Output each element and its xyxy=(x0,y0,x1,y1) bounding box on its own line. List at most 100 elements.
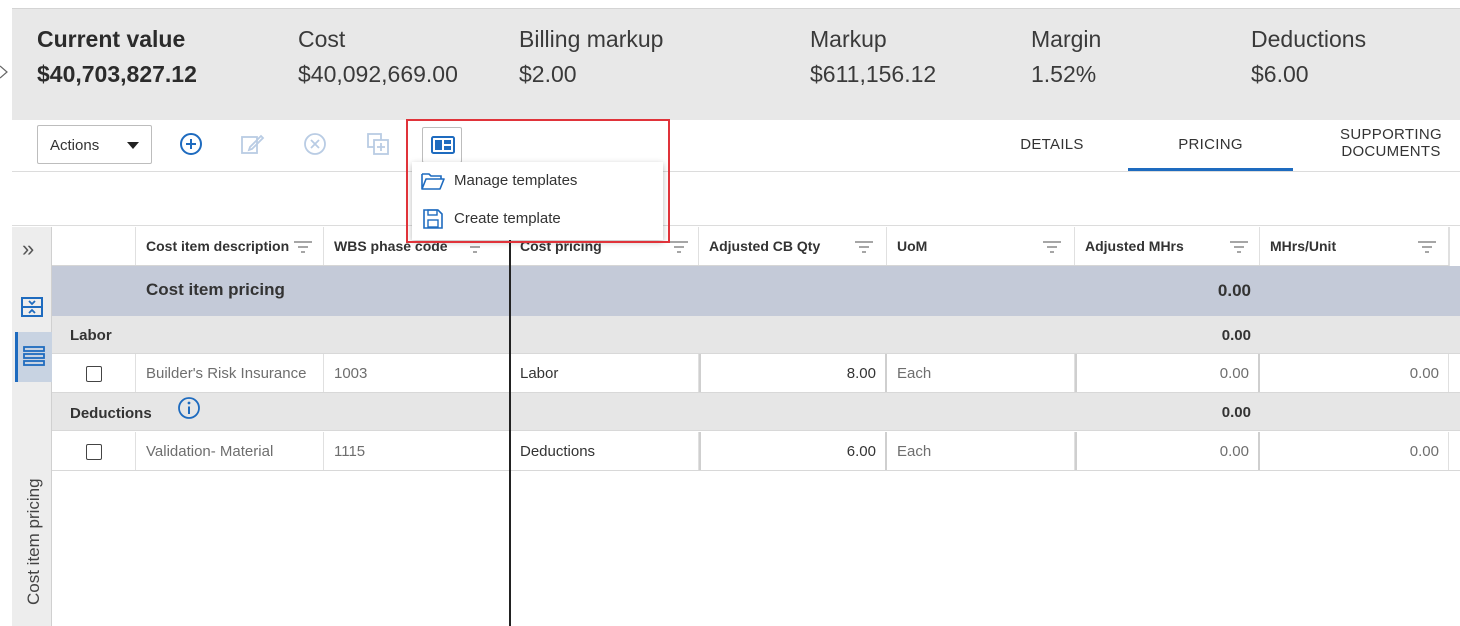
main-group-band: Cost item pricing 0.00 xyxy=(52,266,1460,316)
group-total: 0.00 xyxy=(1221,404,1251,421)
row-checkbox[interactable] xyxy=(86,444,102,460)
cell-wbs[interactable]: 1003 xyxy=(324,354,510,392)
template-icon xyxy=(431,136,455,154)
select-cell xyxy=(52,354,136,392)
table-row[interactable]: Validation- Material 1115 Deductions 6.0… xyxy=(52,432,1460,471)
column-header-adj-mhrs[interactable]: Adjusted MHrs xyxy=(1075,227,1260,265)
cell-text: Builder's Risk Insurance xyxy=(146,365,307,382)
metric-label: Cost xyxy=(298,26,346,52)
metric-margin: Margin 1.52% xyxy=(1031,25,1101,88)
cell-text: 0.00 xyxy=(1409,443,1439,460)
menu-item-create-template[interactable]: Create template xyxy=(412,200,663,238)
metric-value: $2.00 xyxy=(519,61,577,87)
metric-current-value: Current value $40,703,827.12 xyxy=(37,25,197,88)
cell-text: Validation- Material xyxy=(146,443,274,460)
filter-icon[interactable] xyxy=(466,241,484,253)
toolbar: Actions DETAILS PRICING SUPPORTING DOCUM… xyxy=(12,120,1460,172)
column-header-adj-cb-qty[interactable]: Adjusted CB Qty xyxy=(699,227,887,265)
cell-adj-cb-qty[interactable]: 8.00 xyxy=(699,354,887,392)
menu-item-manage-templates[interactable]: Manage templates xyxy=(412,162,663,200)
filter-icon[interactable] xyxy=(855,241,873,253)
select-column-header xyxy=(52,227,136,265)
select-cell xyxy=(52,432,136,470)
tab-details[interactable]: DETAILS xyxy=(1002,120,1102,171)
grid-overflow-column xyxy=(1449,227,1460,266)
cancel-icon[interactable] xyxy=(302,131,328,157)
metric-value: $611,156.12 xyxy=(810,61,937,87)
column-header-label: WBS phase code xyxy=(334,238,448,254)
group-row-deductions[interactable]: Deductions 0.00 xyxy=(52,393,1460,431)
column-header-label: Cost item description xyxy=(146,238,290,254)
main-band-total: 0.00 xyxy=(1217,281,1251,300)
metric-cost: Cost $40,092,669.00 xyxy=(298,25,458,88)
folder-open-icon xyxy=(421,171,445,191)
filter-icon[interactable] xyxy=(1418,241,1436,253)
cell-description[interactable]: Builder's Risk Insurance xyxy=(136,354,324,392)
metric-value: $40,703,827.12 xyxy=(37,61,197,87)
cell-description[interactable]: Validation- Material xyxy=(136,432,324,470)
metric-value: 1.52% xyxy=(1031,61,1097,87)
cell-mhrs-unit[interactable]: 0.00 xyxy=(1260,432,1449,470)
tab-supporting-documents[interactable]: SUPPORTING DOCUMENTS xyxy=(1332,120,1450,171)
cell-mhrs-unit[interactable]: 0.00 xyxy=(1260,354,1449,392)
column-header-uom[interactable]: UoM xyxy=(887,227,1075,265)
info-icon[interactable] xyxy=(177,396,201,425)
column-header-label: MHrs/Unit xyxy=(1270,238,1337,254)
cell-text: Labor xyxy=(520,365,559,382)
expand-chevron-icon[interactable]: » xyxy=(22,238,34,260)
cell-text: 8.00 xyxy=(846,365,876,382)
cell-uom[interactable]: Each xyxy=(887,432,1075,470)
column-header-label: Cost pricing xyxy=(520,238,602,254)
metric-label: Current value xyxy=(37,26,186,52)
filter-icon[interactable] xyxy=(294,241,312,253)
save-icon xyxy=(421,209,445,229)
cell-cost-pricing[interactable]: Deductions xyxy=(510,432,699,470)
template-button[interactable] xyxy=(422,127,462,163)
list-icon xyxy=(23,346,45,366)
sub-bar xyxy=(12,172,1460,226)
filter-icon[interactable] xyxy=(1043,241,1061,253)
grid-header: Cost item description WBS phase code Cos… xyxy=(52,227,1460,266)
cell-text: 0.00 xyxy=(1409,365,1439,382)
cell-text: 6.00 xyxy=(846,443,876,460)
group-total: 0.00 xyxy=(1221,327,1251,344)
cell-text: Deductions xyxy=(520,443,596,460)
frozen-column-divider[interactable] xyxy=(509,227,511,626)
cell-adj-mhrs[interactable]: 0.00 xyxy=(1075,432,1260,470)
cell-uom[interactable]: Each xyxy=(887,354,1075,392)
edit-icon[interactable] xyxy=(239,131,265,157)
column-header-mhrs-unit[interactable]: MHrs/Unit xyxy=(1260,227,1449,265)
template-menu: Manage templates Create template xyxy=(412,162,663,240)
tab-pricing[interactable]: PRICING xyxy=(1128,120,1293,171)
metric-label: Margin xyxy=(1031,26,1102,52)
cell-adj-cb-qty[interactable]: 6.00 xyxy=(699,432,887,470)
side-panel: » Cost item pricing xyxy=(12,227,52,626)
caret-down-icon xyxy=(127,142,139,149)
metric-markup: Markup $611,156.12 xyxy=(810,25,936,88)
copy-add-icon[interactable] xyxy=(365,131,391,157)
filter-icon[interactable] xyxy=(1230,241,1248,253)
cell-text: Each xyxy=(897,365,932,382)
metric-billing-markup: Billing markup $2.00 xyxy=(519,25,663,88)
menu-item-label: Manage templates xyxy=(454,172,578,189)
tab-label-line1: SUPPORTING xyxy=(1340,126,1442,143)
collapse-rows-icon[interactable] xyxy=(20,295,44,319)
pricing-grid: Cost item description WBS phase code Cos… xyxy=(52,227,1460,472)
list-view-toggle[interactable] xyxy=(15,332,52,382)
column-header-label: Adjusted CB Qty xyxy=(709,238,821,254)
metric-label: Billing markup xyxy=(519,26,664,52)
cell-text: Each xyxy=(897,443,932,460)
filter-icon[interactable] xyxy=(670,241,688,253)
column-header-description[interactable]: Cost item description xyxy=(136,227,324,265)
cell-cost-pricing[interactable]: Labor xyxy=(510,354,699,392)
cell-wbs[interactable]: 1115 xyxy=(324,432,510,470)
row-checkbox[interactable] xyxy=(86,366,102,382)
column-header-label: UoM xyxy=(897,238,928,254)
table-row[interactable]: Builder's Risk Insurance 1003 Labor 8.00… xyxy=(52,354,1460,393)
group-row-labor[interactable]: Labor 0.00 xyxy=(52,316,1460,354)
metric-label: Deductions xyxy=(1251,26,1367,52)
tab-label: DETAILS xyxy=(1020,136,1084,153)
add-icon[interactable] xyxy=(178,131,204,157)
cell-adj-mhrs[interactable]: 0.00 xyxy=(1075,354,1260,392)
actions-dropdown[interactable]: Actions xyxy=(37,125,152,164)
